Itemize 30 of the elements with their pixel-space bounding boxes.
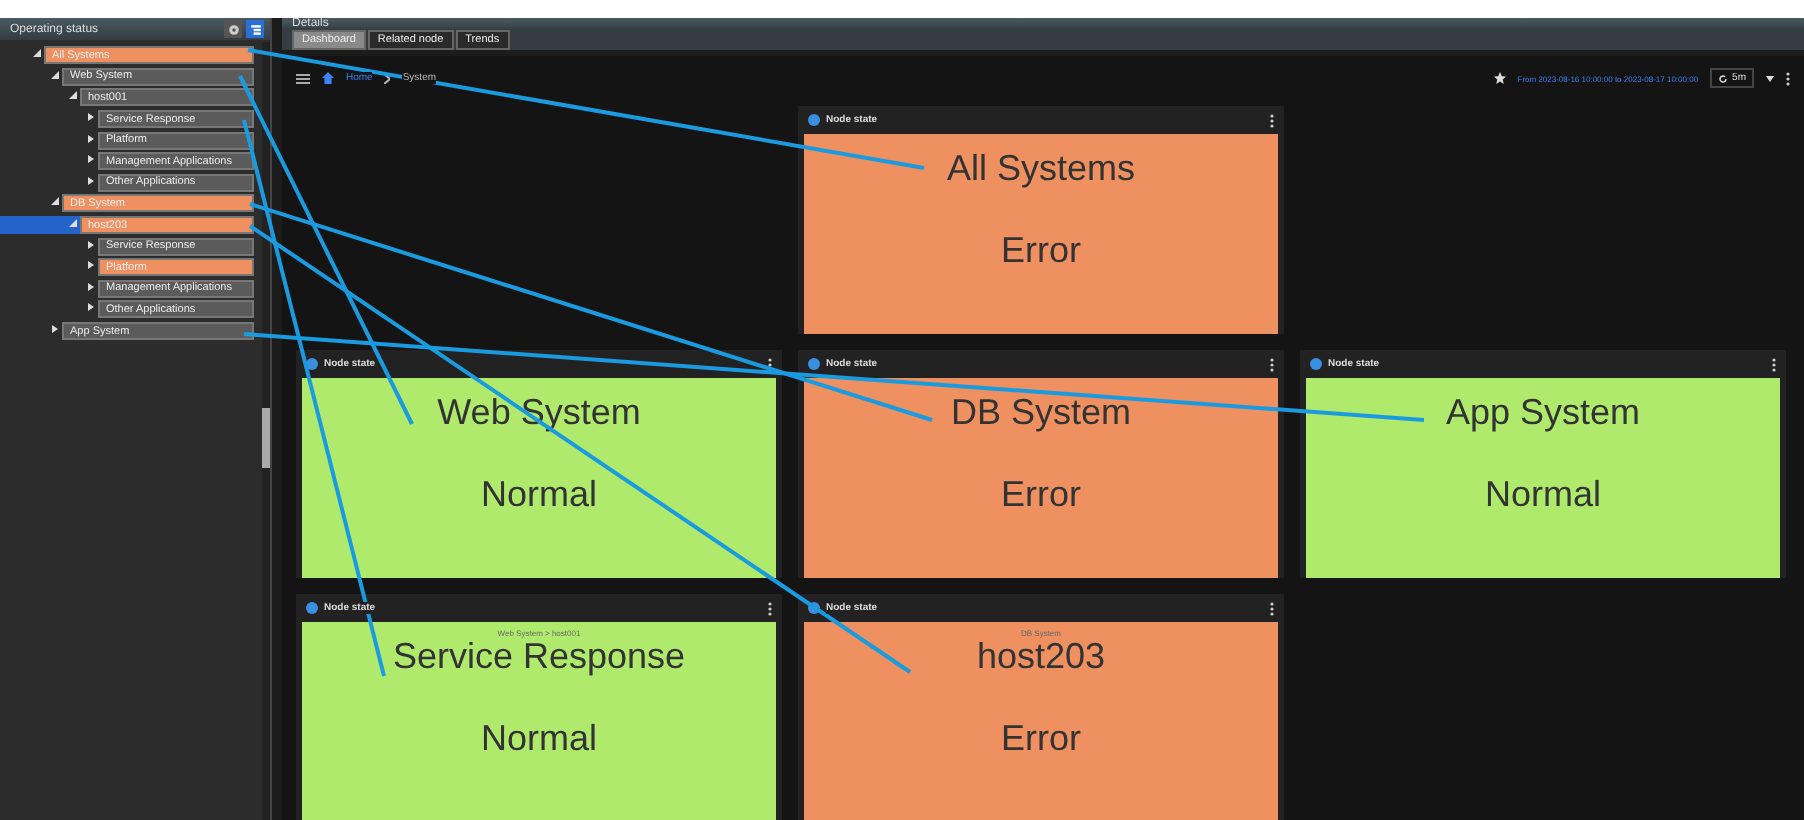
chevron-icon — [384, 73, 391, 83]
list-icon — [249, 23, 261, 35]
menu-icon[interactable] — [296, 73, 310, 83]
collapsed-triangle-icon[interactable] — [49, 324, 59, 335]
scrollbar-thumb[interactable] — [262, 408, 270, 468]
node-name: DB System — [950, 392, 1132, 434]
settings-button[interactable] — [224, 20, 242, 38]
node-status: Error — [1001, 474, 1081, 516]
home-icon[interactable] — [322, 72, 334, 84]
info-icon — [1310, 358, 1322, 370]
node-status: Error — [1001, 718, 1081, 760]
info-icon — [808, 602, 820, 614]
node-status: Normal — [480, 718, 597, 760]
node-name: All Systems — [946, 148, 1136, 190]
info-icon — [808, 358, 820, 370]
gear-icon — [227, 23, 239, 35]
node-status: Normal — [1484, 474, 1601, 516]
info-icon — [808, 114, 820, 126]
info-icon — [306, 358, 318, 370]
info-icon — [306, 602, 318, 614]
tree-view-button[interactable] — [246, 20, 264, 38]
node-name: Service Response — [392, 636, 686, 678]
star-icon[interactable] — [1493, 72, 1506, 84]
node-status: Normal — [480, 474, 597, 516]
node-name: host203 — [976, 636, 1106, 678]
dropdown-caret-icon[interactable] — [1766, 75, 1774, 81]
refresh-icon — [1718, 73, 1729, 83]
node-name: Web System — [437, 392, 641, 434]
node-name: App System — [1445, 392, 1641, 434]
node-status: Error — [1001, 230, 1081, 272]
